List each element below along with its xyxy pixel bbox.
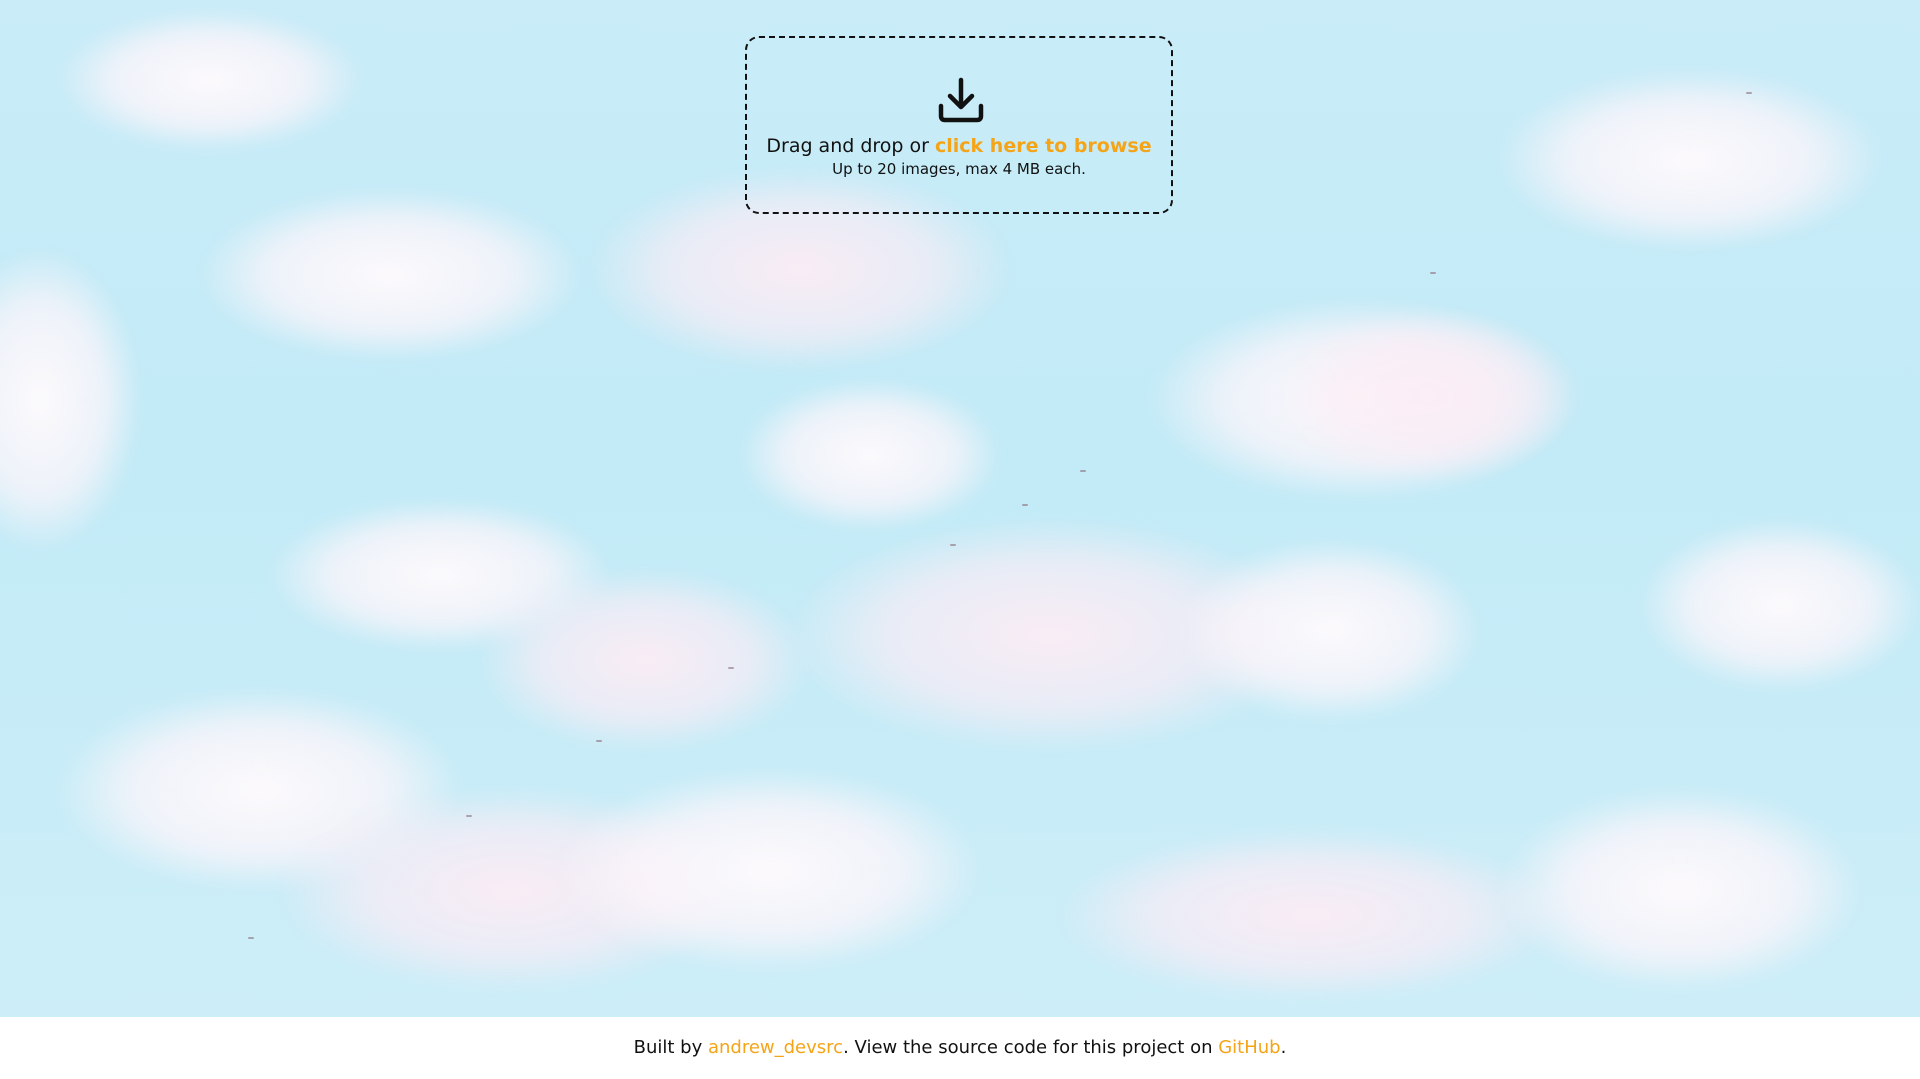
- dropzone-instruction: Drag and drop or click here to browse: [747, 134, 1171, 158]
- github-link[interactable]: GitHub: [1218, 1037, 1280, 1058]
- dropzone-instruction-text: Drag and drop or: [766, 135, 935, 157]
- footer-prefix: Built by: [633, 1037, 708, 1058]
- footer-middle-text: . View the source code for this project …: [843, 1037, 1219, 1058]
- image-upload-dropzone[interactable]: Drag and drop or click here to browse Up…: [745, 36, 1173, 214]
- download-tray-icon: [938, 77, 984, 123]
- page: Drag and drop or click here to browse Up…: [0, 0, 1920, 1079]
- browse-link[interactable]: click here to browse: [935, 135, 1152, 157]
- footer-suffix: .: [1280, 1037, 1287, 1058]
- footer: Built by andrew_devsrc. View the source …: [0, 1017, 1920, 1079]
- upload-limits-text: Up to 20 images, max 4 MB each.: [832, 160, 1086, 178]
- author-link[interactable]: andrew_devsrc: [708, 1037, 843, 1058]
